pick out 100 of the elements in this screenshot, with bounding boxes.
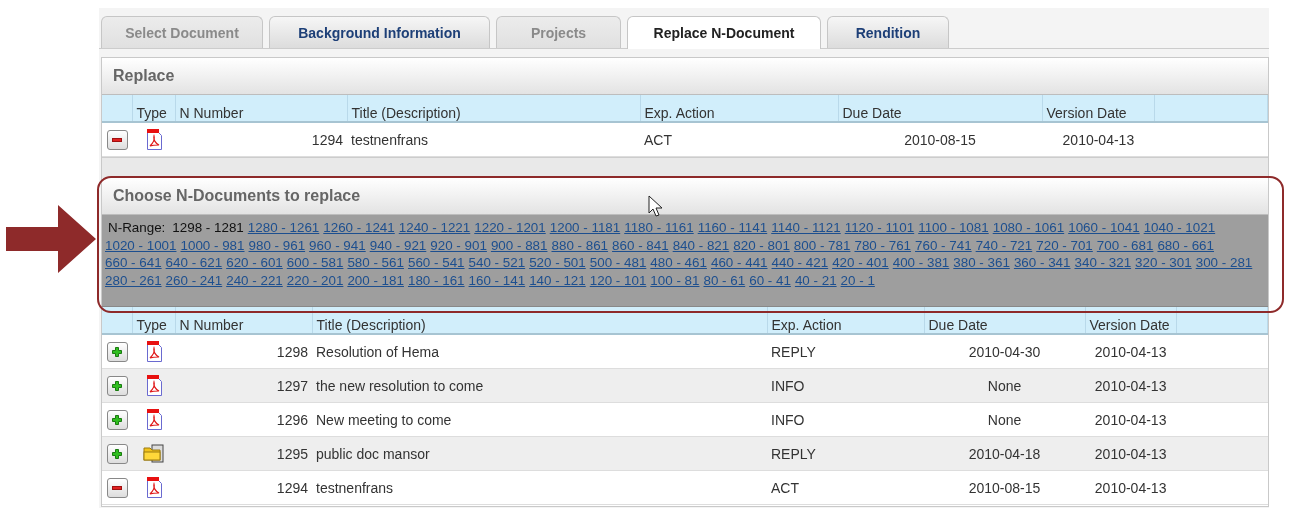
- table-cell: 2010-04-18: [968, 445, 1041, 462]
- range-link[interactable]: 100 - 81: [650, 271, 700, 289]
- remove-button[interactable]: [106, 130, 128, 150]
- add-button[interactable]: [106, 409, 128, 430]
- column-header: Type: [136, 105, 167, 121]
- range-link[interactable]: 640 - 621: [165, 254, 223, 272]
- range-link[interactable]: 1000 - 981: [180, 236, 245, 254]
- table-cell: 2010-04-13: [1094, 343, 1167, 360]
- range-link[interactable]: 400 - 381: [892, 254, 950, 272]
- range-link[interactable]: 480 - 461: [650, 254, 707, 272]
- range-link[interactable]: 380 - 361: [953, 254, 1010, 272]
- add-button[interactable]: [106, 375, 128, 396]
- range-link[interactable]: 700 - 681: [1096, 236, 1154, 254]
- tab[interactable]: Rendition: [827, 16, 949, 48]
- range-link[interactable]: 1080 - 1061: [992, 219, 1065, 237]
- column-header: Title (Description): [316, 317, 426, 333]
- range-link[interactable]: 420 - 401: [832, 254, 889, 272]
- remove-button[interactable]: [106, 478, 128, 498]
- range-link[interactable]: 1200 - 1181: [549, 219, 621, 237]
- table-cell: ACT: [771, 479, 799, 496]
- section-title: Replace: [113, 67, 175, 85]
- add-button[interactable]: [106, 341, 128, 362]
- range-link[interactable]: 1280 - 1261: [247, 219, 320, 237]
- table-cell: 2010-08-15: [968, 479, 1041, 496]
- range-link[interactable]: 920 - 901: [430, 236, 487, 254]
- column-header: N Number: [179, 105, 244, 121]
- range-link[interactable]: 1140 - 1121: [771, 219, 841, 237]
- range-link[interactable]: 1160 - 1141: [697, 219, 768, 237]
- plus-icon: [112, 380, 122, 391]
- range-link[interactable]: 900 - 881: [490, 236, 548, 254]
- range-link[interactable]: 200 - 181: [347, 271, 404, 289]
- column-header: Title (Description): [351, 105, 461, 121]
- range-link[interactable]: 60 - 41: [749, 271, 791, 289]
- range-link[interactable]: 1220 - 1201: [474, 219, 546, 237]
- table-cell: INFO: [771, 411, 805, 428]
- range-link[interactable]: 20 - 1: [840, 271, 875, 289]
- range-link[interactable]: 660 - 641: [105, 254, 162, 272]
- range-link[interactable]: 880 - 861: [551, 236, 609, 254]
- table-cell: New meeting to come: [316, 411, 452, 428]
- range-link[interactable]: 360 - 341: [1013, 254, 1071, 272]
- range-link[interactable]: 760 - 741: [915, 236, 972, 254]
- column-header: Version Date: [1089, 317, 1170, 333]
- range-link[interactable]: 840 - 821: [672, 236, 730, 254]
- range-link[interactable]: 620 - 601: [226, 254, 283, 272]
- range-link[interactable]: 1260 - 1241: [323, 219, 395, 237]
- table-cell: 1297: [276, 377, 308, 394]
- current-range: 1298 - 1281: [172, 219, 244, 237]
- range-link[interactable]: 1020 - 1001: [105, 236, 177, 254]
- range-link[interactable]: 940 - 921: [369, 236, 427, 254]
- table-cell: REPLY: [771, 343, 816, 360]
- range-link[interactable]: 1120 - 1101: [844, 219, 915, 237]
- range-link[interactable]: 120 - 101: [589, 271, 647, 289]
- table-cell: testnenfrans: [351, 131, 429, 148]
- range-link[interactable]: 600 - 581: [286, 254, 344, 272]
- range-link[interactable]: 180 - 161: [407, 271, 465, 289]
- range-link[interactable]: 1100 - 1081: [918, 219, 989, 237]
- add-button[interactable]: [106, 443, 128, 464]
- range-link[interactable]: 160 - 141: [468, 271, 526, 289]
- table-cell: 2010-04-13: [1094, 479, 1167, 496]
- tab[interactable]: Background Information: [269, 16, 490, 48]
- range-link[interactable]: 520 - 501: [529, 254, 586, 272]
- table-cell: 1295: [276, 445, 308, 462]
- minus-icon: [112, 138, 122, 142]
- range-link[interactable]: 1180 - 1161: [624, 219, 694, 237]
- range-link[interactable]: 500 - 481: [589, 254, 647, 272]
- range-link[interactable]: 1040 - 1021: [1143, 219, 1216, 237]
- range-link[interactable]: 560 - 541: [407, 254, 465, 272]
- table-cell: REPLY: [771, 445, 816, 462]
- table-cell: 2010-08-15: [904, 131, 976, 148]
- range-link[interactable]: 540 - 521: [468, 254, 526, 272]
- range-link[interactable]: 280 - 261: [105, 271, 162, 289]
- range-link[interactable]: 1060 - 1041: [1068, 219, 1140, 237]
- range-link[interactable]: 980 - 961: [248, 236, 306, 254]
- range-link[interactable]: 320 - 301: [1135, 254, 1192, 272]
- range-link[interactable]: 340 - 321: [1074, 254, 1132, 272]
- table-cell: 1296: [276, 411, 308, 428]
- table-cell: 2010-04-13: [1094, 377, 1167, 394]
- range-link[interactable]: 820 - 801: [733, 236, 790, 254]
- column-header: Exp. Action: [771, 317, 842, 333]
- range-link[interactable]: 300 - 281: [1195, 254, 1253, 272]
- range-link[interactable]: 860 - 841: [612, 236, 669, 254]
- table-cell: INFO: [771, 377, 805, 394]
- range-link[interactable]: 720 - 701: [1036, 236, 1093, 254]
- range-link[interactable]: 1240 - 1221: [398, 219, 471, 237]
- range-link[interactable]: 780 - 761: [854, 236, 912, 254]
- range-link[interactable]: 800 - 781: [793, 236, 851, 254]
- range-link[interactable]: 440 - 421: [771, 254, 829, 272]
- table-cell: 1298: [276, 343, 308, 360]
- range-link[interactable]: 740 - 721: [975, 236, 1033, 254]
- range-link[interactable]: 140 - 121: [529, 271, 586, 289]
- range-link[interactable]: 40 - 21: [794, 271, 837, 289]
- range-link[interactable]: 240 - 221: [226, 271, 283, 289]
- range-link[interactable]: 960 - 941: [309, 236, 366, 254]
- range-link[interactable]: 680 - 661: [1157, 236, 1214, 254]
- range-link[interactable]: 460 - 441: [710, 254, 768, 272]
- tab[interactable]: Replace N-Document: [627, 16, 821, 49]
- range-link[interactable]: 80 - 61: [703, 271, 746, 289]
- range-link[interactable]: 220 - 201: [286, 271, 344, 289]
- range-link[interactable]: 260 - 241: [165, 271, 223, 289]
- range-link[interactable]: 580 - 561: [347, 254, 404, 272]
